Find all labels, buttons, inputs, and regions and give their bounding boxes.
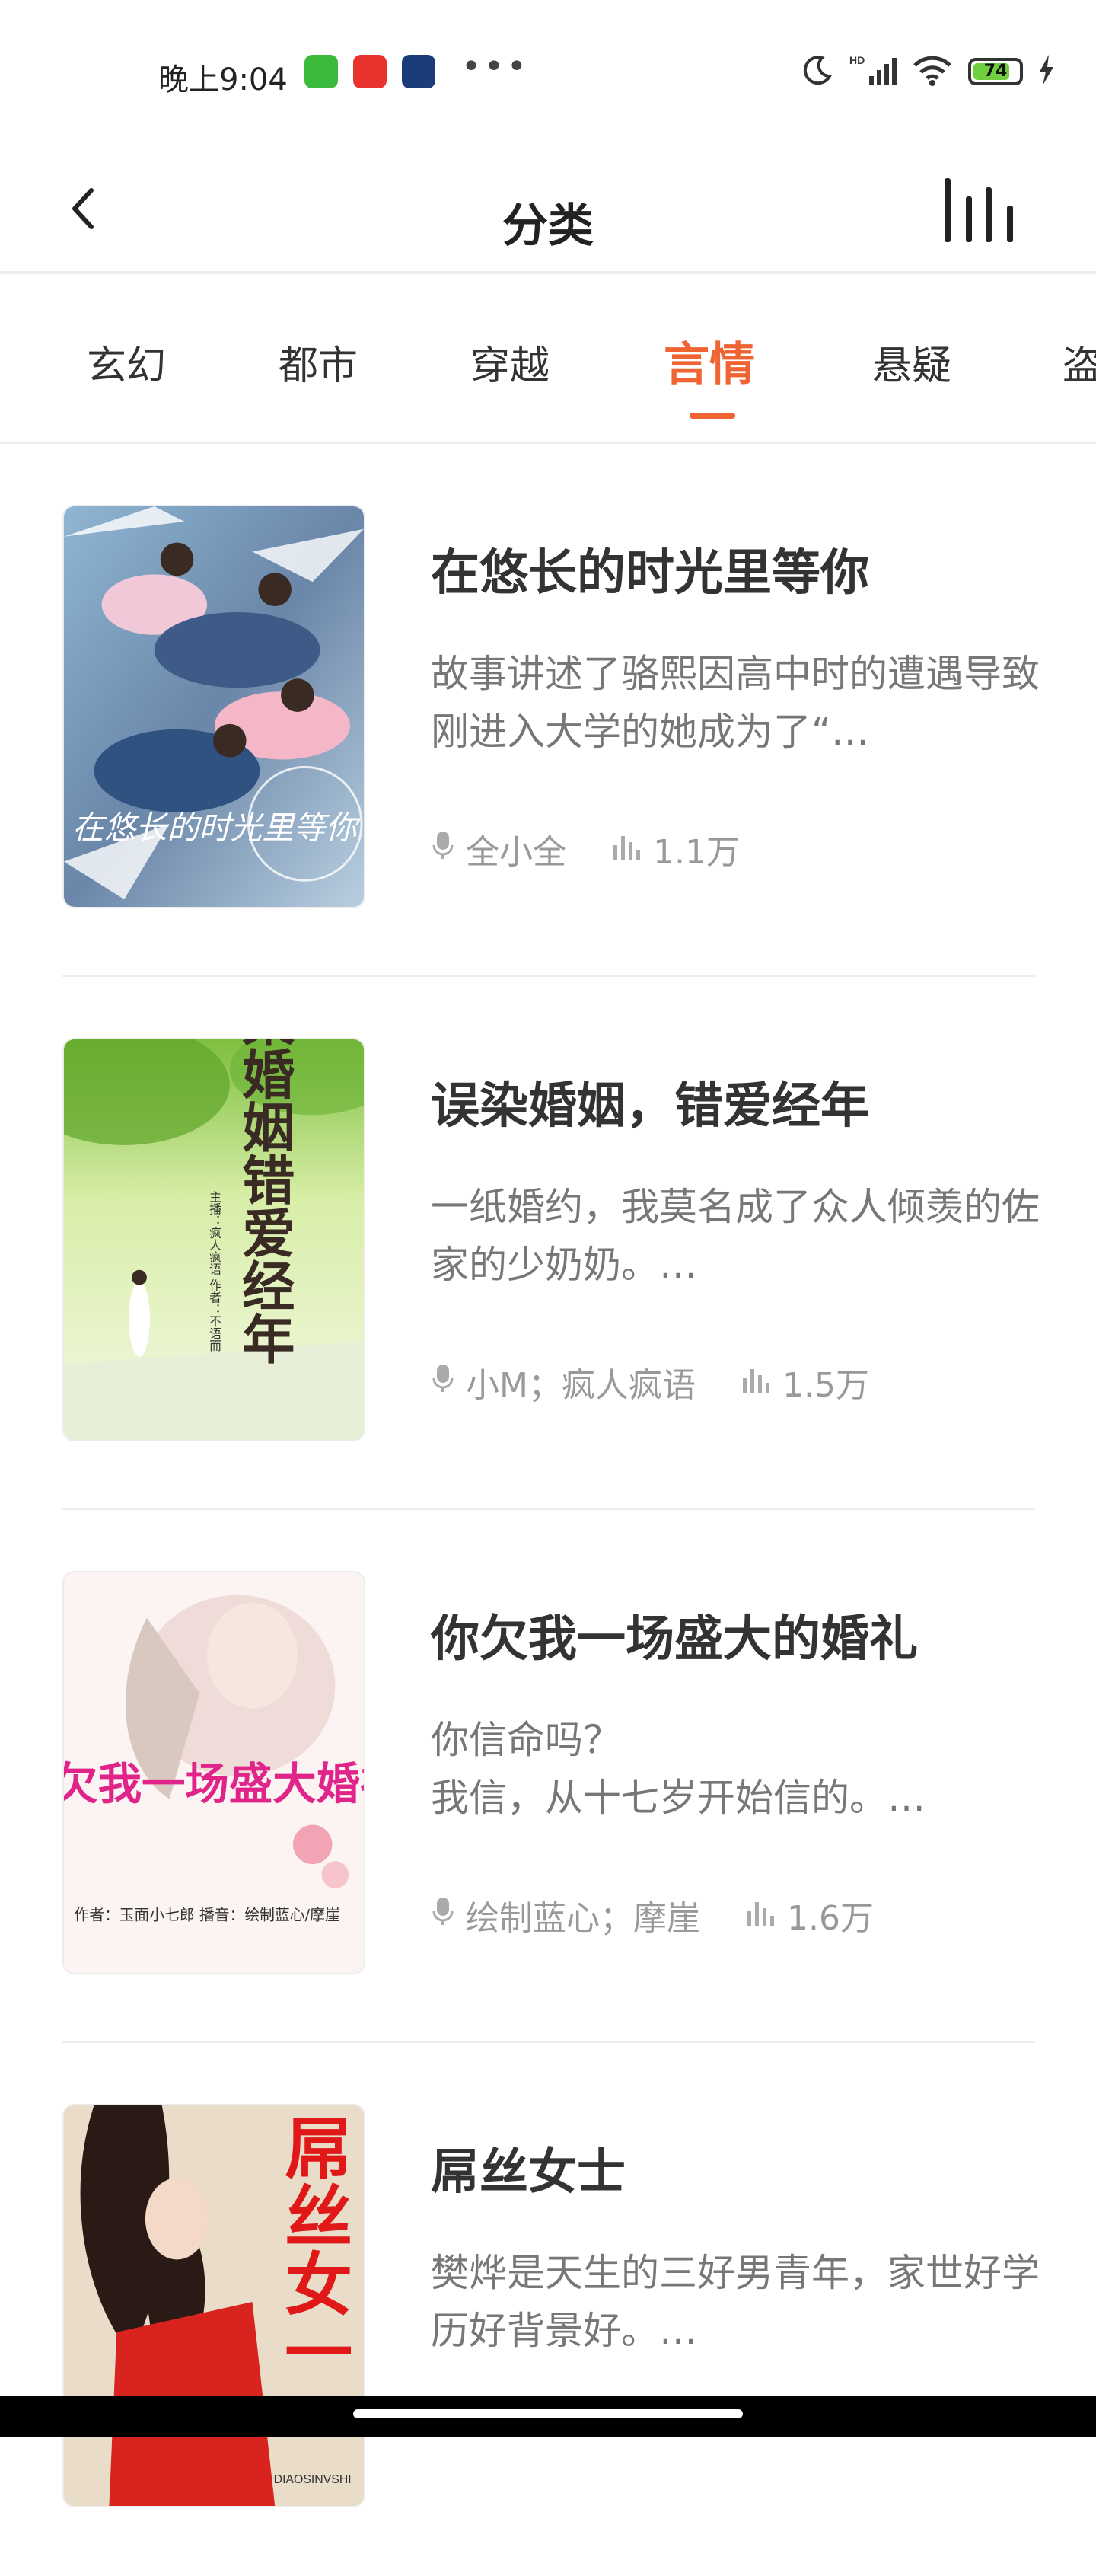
book-description: 樊烨是天生的三好男青年，家世好学历好背景好。…: [431, 2251, 1040, 2353]
cover-caption: 在悠长的时光里等你: [72, 809, 362, 847]
tab-dao[interactable]: 盗: [1063, 334, 1096, 391]
book-title[interactable]: 在悠长的时光里等你: [431, 534, 869, 604]
signal-icon: HD: [849, 53, 897, 90]
tab-xuanhuan[interactable]: 玄幻: [87, 334, 166, 391]
book-author: 小M；疯人疯语: [466, 1366, 696, 1405]
book-author: 绘制蓝心；摩崖: [466, 1899, 700, 1938]
plays-icon: [612, 830, 642, 869]
book-cover[interactable]: 在悠长的时光里等你: [62, 505, 365, 908]
author-icon: [431, 1896, 455, 1935]
book-title[interactable]: 屌丝女士: [431, 2133, 626, 2203]
cover-caption: 误染婚姻错爱经年: [233, 1039, 295, 1365]
tab-dushi[interactable]: 都市: [279, 334, 358, 391]
cover-caption: 你欠我一场盛大婚礼: [64, 1758, 364, 1810]
active-tab-indicator: [690, 413, 735, 419]
book-item[interactable]: 误染婚姻错爱经年 主播：疯人疯语 作者：不语而 误染婚姻，错爱经年 一纸婚约，我…: [0, 977, 1096, 1510]
cover-caption: 屌丝女一: [272, 2113, 352, 2385]
book-meta: 全小全 1.1万: [431, 825, 740, 873]
book-item[interactable]: 在悠长的时光里等你 在悠长的时光里等你 故事讲述了骆熙因高中时的遭遇导致刚进入大…: [0, 444, 1096, 977]
book-description: 一纸婚约，我莫名成了众人倾羡的佐家的少奶奶。…: [431, 1185, 1040, 1287]
app-notification-icon: [353, 55, 387, 88]
book-title[interactable]: 误染婚姻，错爱经年: [431, 1067, 869, 1137]
app-notification-icon: [402, 55, 435, 88]
wifi-icon: [912, 53, 953, 90]
moon-icon: [801, 53, 834, 90]
book-meta: 绘制蓝心；摩崖 1.6万: [431, 1891, 874, 1939]
book-plays: 1.5万: [782, 1366, 869, 1405]
book-title[interactable]: 你欠我一场盛大的婚礼: [431, 1600, 918, 1670]
ranking-bars-icon: [940, 175, 1016, 248]
svg-text:HD: HD: [849, 54, 865, 66]
book-item[interactable]: 屌丝女一 DIAOSINVSHI 屌丝女士 樊烨是天生的三好男青年，家世好学历好…: [0, 2043, 1096, 2576]
battery-level: 74: [983, 62, 1008, 81]
cover-credits: 作者：玉面小七郎 播音：绘制蓝心/摩崖: [74, 1907, 339, 1924]
author-icon: [431, 1363, 455, 1402]
book-description: 你信命吗？ 我信，从十七岁开始信的。…: [431, 1718, 926, 1820]
app-header: 分类: [0, 145, 1096, 274]
tab-chuanyue[interactable]: 穿越: [470, 334, 550, 391]
app-notification-icon: [304, 55, 338, 88]
book-cover[interactable]: 屌丝女一 DIAOSINVSHI: [62, 2104, 365, 2507]
more-notifications-icon: •••: [461, 47, 530, 86]
plays-icon: [746, 1896, 776, 1935]
plays-icon: [741, 1363, 772, 1402]
book-description: 故事讲述了骆熙因高中时的遭遇导致刚进入大学的她成为了“…: [431, 652, 1040, 754]
category-tabs: 玄幻 都市 穿越 言情 悬疑 盗: [0, 274, 1096, 443]
tab-yanqing[interactable]: 言情: [664, 327, 755, 394]
ranking-button[interactable]: [936, 174, 1020, 250]
status-time: 晚上9:04: [158, 62, 288, 97]
page-title: 分类: [502, 200, 594, 253]
cover-credits: DIAOSINVSHI: [274, 2473, 352, 2486]
tab-xuanyi[interactable]: 悬疑: [872, 334, 951, 391]
status-bar: 晚上9:04 ••• HD 74: [0, 0, 1096, 145]
book-cover[interactable]: 你欠我一场盛大婚礼 作者：玉面小七郎 播音：绘制蓝心/摩崖: [62, 1571, 365, 1974]
home-gesture-handle[interactable]: [353, 2409, 743, 2418]
book-cover[interactable]: 误染婚姻错爱经年 主播：疯人疯语 作者：不语而: [62, 1038, 365, 1441]
book-meta: 小M；疯人疯语 1.5万: [431, 1358, 869, 1406]
book-plays: 1.1万: [653, 833, 740, 872]
book-author: 全小全: [466, 833, 566, 872]
author-icon: [431, 830, 455, 869]
book-item[interactable]: 你欠我一场盛大婚礼 作者：玉面小七郎 播音：绘制蓝心/摩崖 你欠我一场盛大的婚礼…: [0, 1510, 1096, 2043]
charging-icon: [1038, 55, 1055, 88]
cover-credits: 主播：疯人疯语 作者：不语而: [208, 1190, 222, 1352]
book-plays: 1.6万: [787, 1899, 874, 1938]
status-icons: HD 74: [801, 53, 1055, 90]
battery-icon: 74: [968, 58, 1023, 85]
